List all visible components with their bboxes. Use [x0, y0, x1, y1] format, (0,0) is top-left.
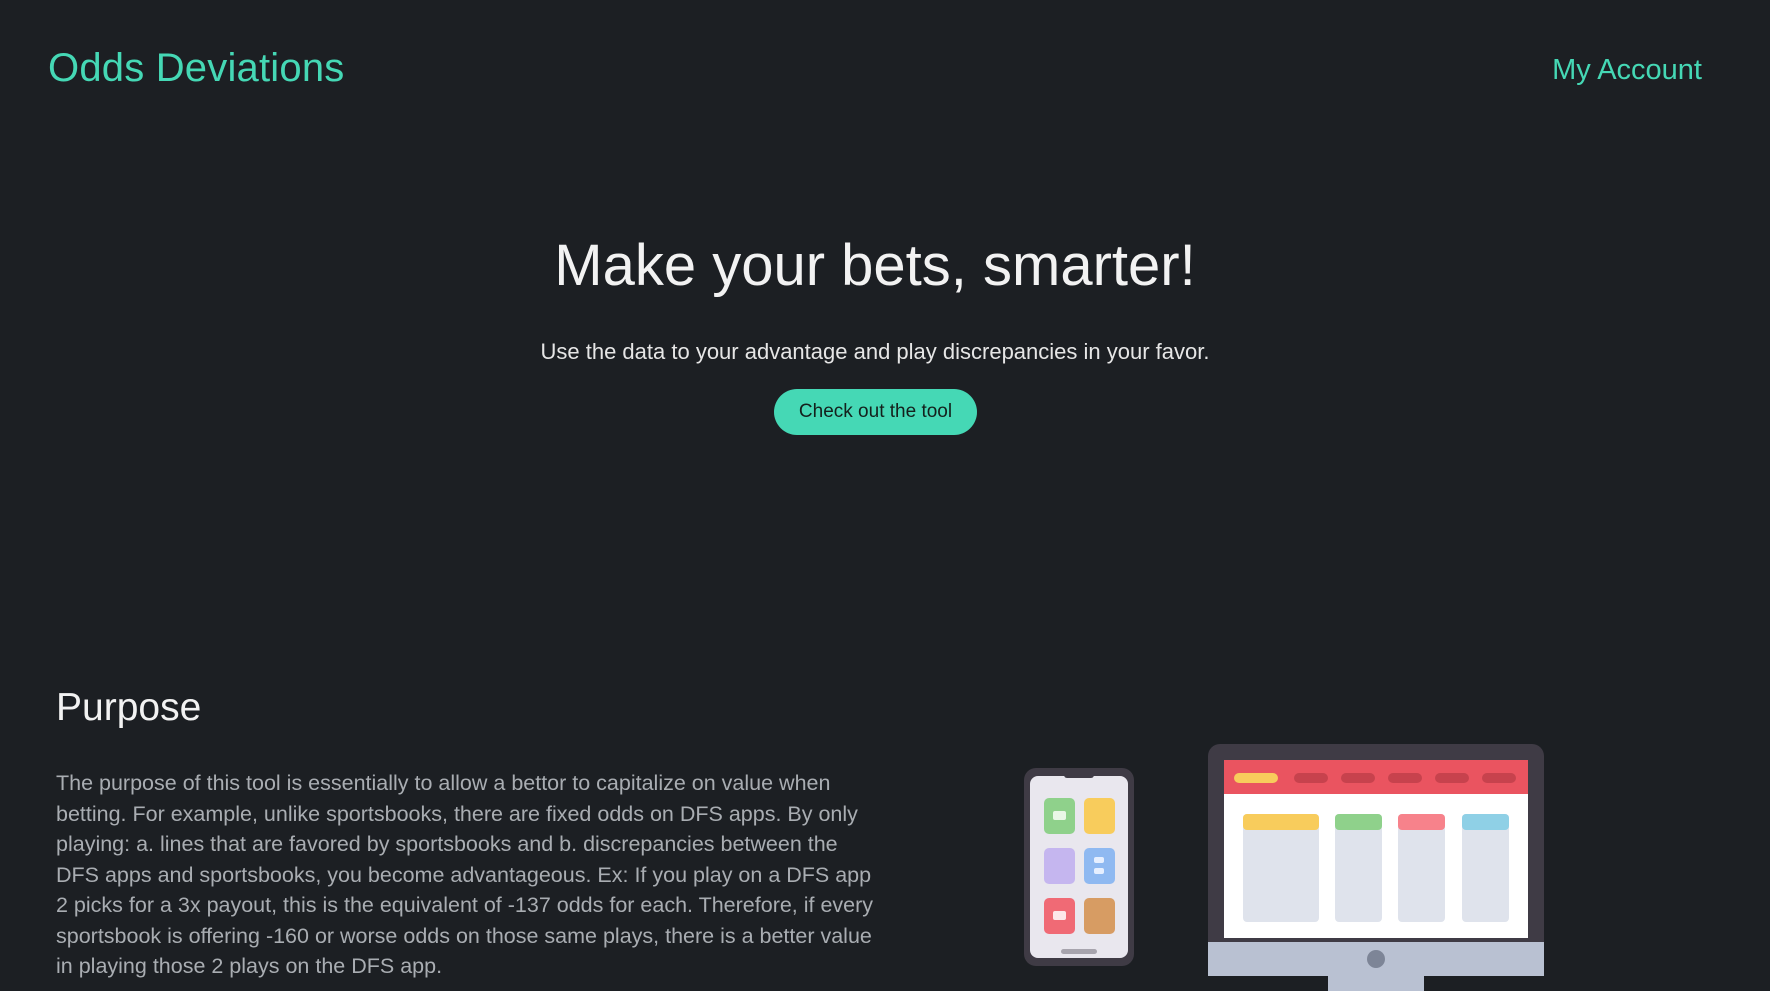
- hero-title: Make your bets, smarter!: [554, 233, 1196, 298]
- my-account-link[interactable]: My Account: [1552, 54, 1702, 87]
- check-out-tool-button[interactable]: Check out the tool: [774, 389, 977, 435]
- purpose-heading: Purpose: [56, 686, 202, 729]
- landing-page: Odds Deviations My Account Make your bet…: [0, 0, 1770, 991]
- desktop-dashboard-icon: [1208, 744, 1544, 991]
- hero-subtitle: Use the data to your advantage and play …: [540, 339, 1210, 364]
- smartphone-app-grid-icon: [1024, 768, 1134, 966]
- brand-logo-link[interactable]: Odds Deviations: [48, 46, 344, 91]
- purpose-text: The purpose of this tool is essentially …: [56, 771, 874, 978]
